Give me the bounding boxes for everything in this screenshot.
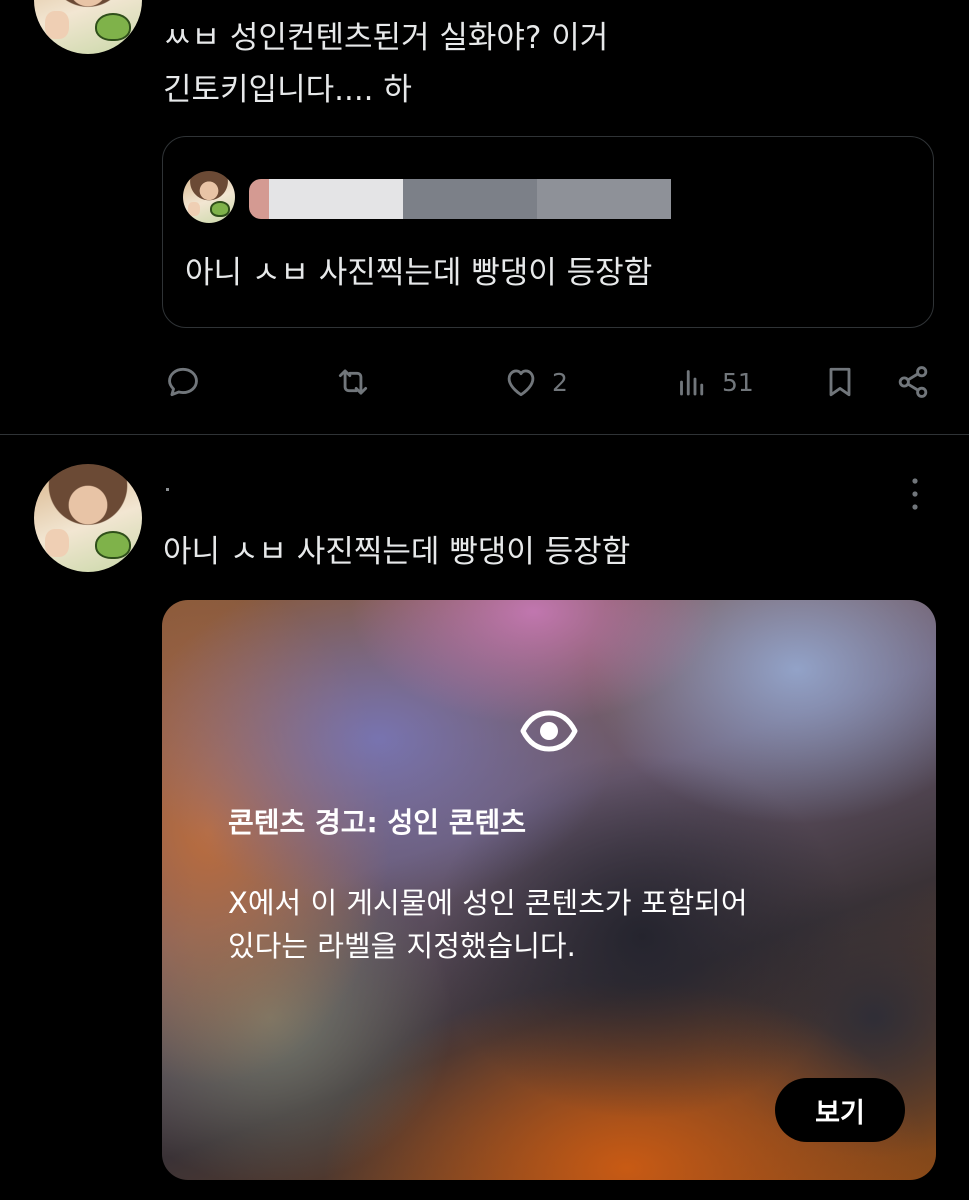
quote-text: 아니 ㅅㅂ 사진찍는데 빵댕이 등장함 [185, 255, 653, 291]
avatar-hand [44, 528, 69, 557]
avatar-frog [94, 13, 132, 42]
avatar-frog [210, 201, 230, 217]
avatar-hand [188, 202, 200, 216]
tweet-text: ㅆㅂ 성인컨텐츠된거 실화야? 이거 긴토키입니다.... 하 [163, 20, 609, 108]
redacted-handle [403, 179, 537, 219]
retweet-icon [338, 369, 368, 395]
avatar[interactable] [34, 464, 142, 572]
quote-avatar[interactable] [183, 171, 235, 223]
avatar-hand [44, 10, 69, 39]
bookmark-icon [829, 367, 851, 397]
bookmark-button[interactable] [822, 362, 858, 402]
eye-icon [520, 710, 578, 752]
share-button[interactable] [894, 362, 932, 402]
divider [0, 434, 969, 435]
redacted-handle [537, 179, 671, 219]
quoted-tweet[interactable]: 아니 ㅅㅂ 사진찍는데 빵댕이 등장함 [162, 136, 934, 328]
redacted-name [269, 179, 403, 219]
view-button[interactable]: 보기 [775, 1078, 905, 1142]
retweet-button[interactable] [332, 362, 386, 402]
more-icon[interactable] [903, 474, 927, 514]
reply-button[interactable] [164, 362, 214, 402]
warning-title: 콘텐츠 경고: 성인 콘텐츠 [228, 806, 527, 839]
view-count: 51 [722, 367, 754, 397]
warning-body: X에서 이 게시물에 성인 콘텐츠가 포함되어 있다는 라벨을 지정했습니다. [228, 886, 748, 963]
views-button[interactable]: 51 [674, 362, 754, 402]
reply-icon [168, 367, 198, 397]
views-icon [680, 370, 704, 396]
tweet-text: 아니 ㅅㅂ 사진찍는데 빵댕이 등장함 [163, 534, 631, 570]
like-count: 2 [552, 367, 568, 397]
avatar[interactable] [34, 0, 142, 54]
heart-icon [507, 369, 535, 397]
like-button[interactable]: 2 [502, 362, 568, 402]
sensitive-media-card[interactable]: 콘텐츠 경고: 성인 콘텐츠 X에서 이 게시물에 성인 콘텐츠가 포함되어 있… [162, 600, 936, 1180]
redacted-username [166, 488, 169, 491]
avatar-frog [94, 531, 132, 560]
share-icon [898, 366, 928, 398]
